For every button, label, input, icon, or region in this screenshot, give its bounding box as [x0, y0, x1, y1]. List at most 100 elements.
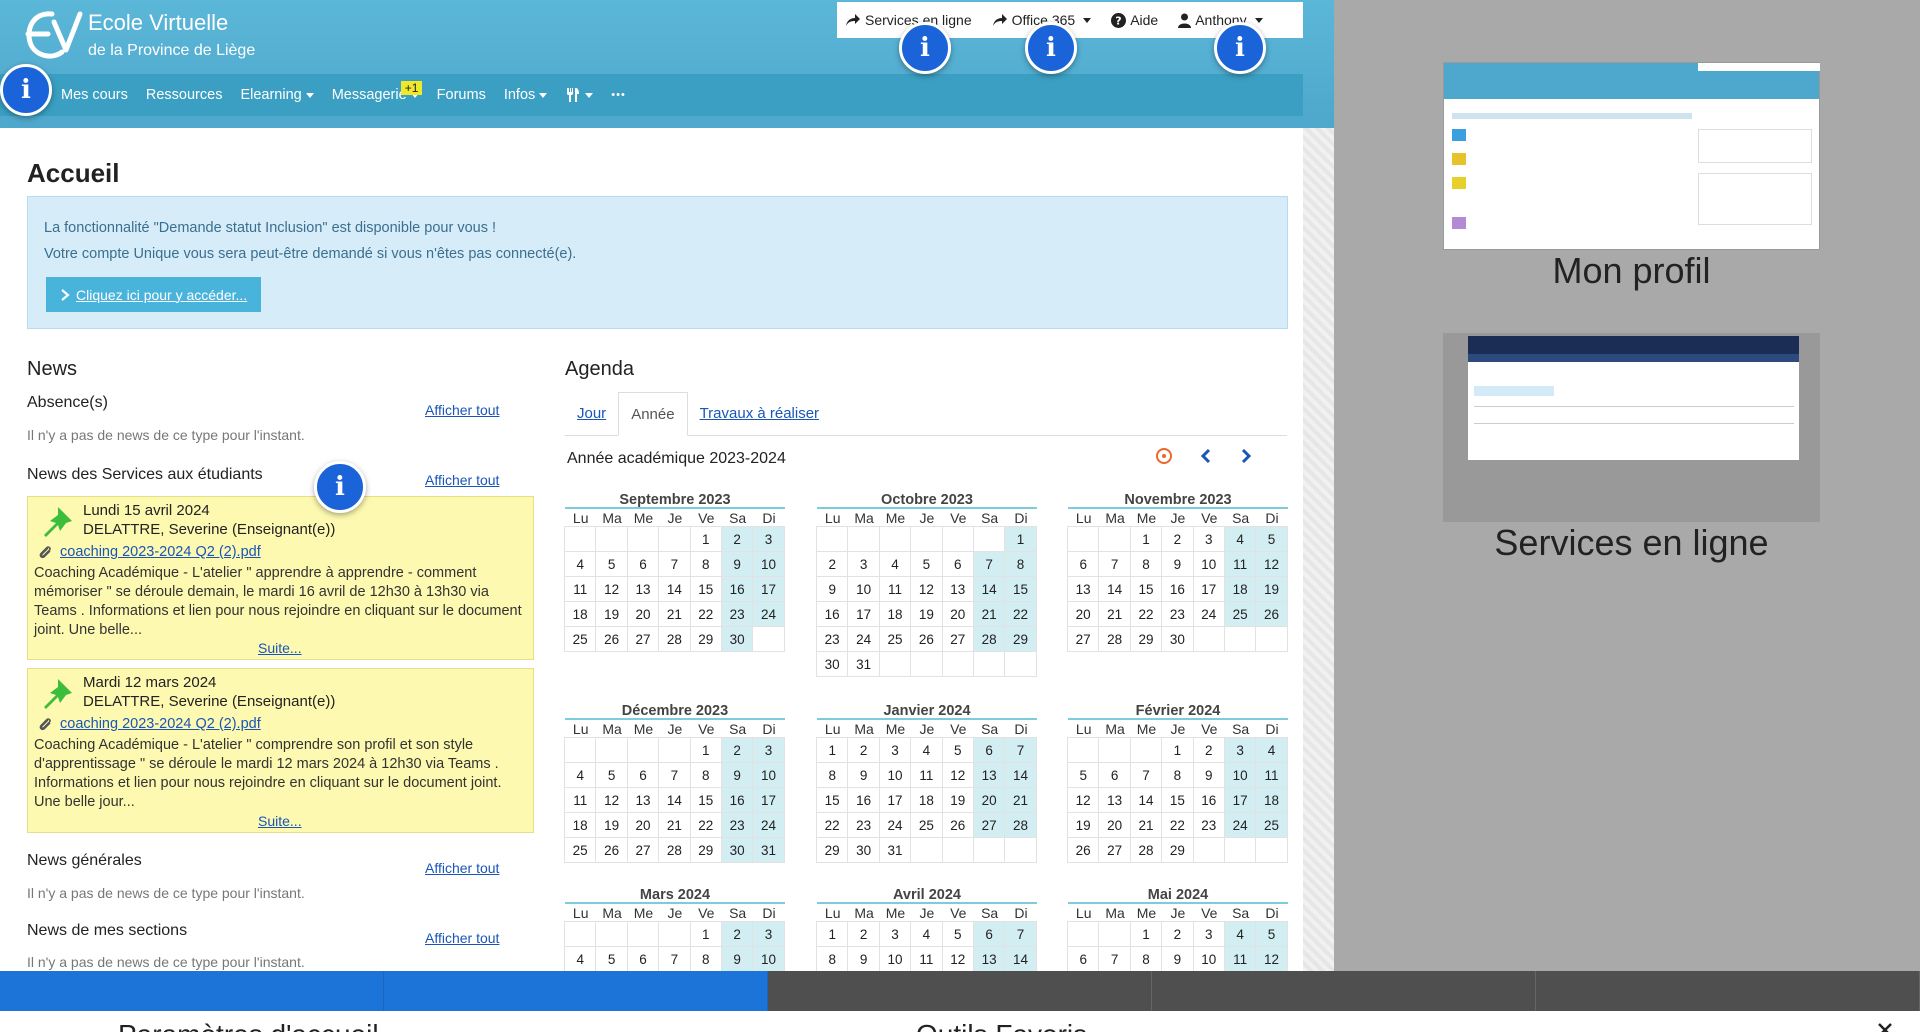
calendar-day[interactable]: 13 [626, 787, 660, 813]
calendar-day[interactable]: 28 [1098, 626, 1131, 652]
calendar-day[interactable]: 8 [816, 946, 849, 971]
calendar-day[interactable]: 24 [1223, 812, 1257, 838]
calendar-day[interactable]: 24 [752, 812, 785, 838]
logo-mark[interactable] [22, 8, 84, 64]
calendar-day[interactable]: 7 [1129, 762, 1163, 788]
calendar-day[interactable]: 23 [1161, 601, 1194, 627]
calendar-day[interactable]: 18 [1223, 576, 1257, 602]
calendar-day[interactable]: 18 [910, 787, 943, 813]
calendar-day[interactable]: 15 [689, 787, 722, 813]
calendar-day[interactable]: 5 [941, 921, 974, 947]
calendar-day[interactable]: 9 [847, 762, 880, 788]
calendar-day[interactable]: 23 [720, 601, 754, 627]
progress-step-5[interactable] [1536, 971, 1920, 1011]
thumbnail-mon-profil[interactable] [1443, 62, 1820, 250]
calendar-day[interactable]: 24 [847, 626, 880, 652]
calendar-day[interactable]: 6 [941, 551, 974, 577]
calendar-day[interactable]: 25 [564, 837, 597, 863]
tab-travaux[interactable]: Travaux à réaliser [688, 392, 832, 435]
calendar-day[interactable]: 27 [1067, 626, 1100, 652]
info-bubble-news[interactable]: i [314, 461, 366, 513]
calendar-day[interactable]: 4 [910, 921, 943, 947]
calendar-day[interactable]: 12 [941, 946, 974, 971]
calendar-day[interactable]: 15 [689, 576, 722, 602]
nav-forums[interactable]: Forums [428, 87, 495, 103]
services-en-ligne-link[interactable]: Services en ligne [845, 12, 972, 28]
calendar-day[interactable]: 4 [1255, 737, 1288, 763]
calendar-day[interactable]: 20 [626, 812, 660, 838]
calendar-day[interactable]: 26 [941, 812, 974, 838]
calendar-day[interactable]: 12 [910, 576, 943, 602]
close-icon[interactable] [1876, 1021, 1894, 1032]
calendar-day[interactable]: 27 [972, 812, 1006, 838]
calendar-day[interactable]: 21 [658, 601, 691, 627]
calendar-day[interactable]: 1 [1161, 737, 1194, 763]
calendar-day[interactable]: 19 [595, 601, 628, 627]
calendar-day[interactable]: 28 [1129, 837, 1163, 863]
calendar-day[interactable]: 30 [720, 837, 754, 863]
calendar-day[interactable]: 19 [1255, 576, 1288, 602]
calendar-day[interactable]: 6 [626, 551, 660, 577]
calendar-day[interactable]: 17 [878, 787, 912, 813]
attachment-link[interactable]: coaching 2023-2024 Q2 (2).pdf [60, 544, 261, 560]
calendar-day[interactable]: 3 [878, 737, 912, 763]
calendar-day[interactable]: 10 [1192, 946, 1225, 971]
calendar-day[interactable]: 8 [1161, 762, 1194, 788]
nav-restaurant[interactable] [556, 87, 602, 103]
calendar-day[interactable]: 20 [1098, 812, 1131, 838]
calendar-day[interactable]: 10 [1223, 762, 1257, 788]
calendar-day[interactable]: 21 [1098, 601, 1131, 627]
calendar-day[interactable]: 28 [1004, 812, 1037, 838]
calendar-day[interactable]: 12 [1255, 551, 1288, 577]
calendar-day[interactable]: 14 [658, 576, 691, 602]
calendar-day[interactable]: 14 [658, 787, 691, 813]
calendar-day[interactable]: 13 [941, 576, 974, 602]
calendar-day[interactable]: 16 [816, 601, 849, 627]
calendar-day[interactable]: 6 [1067, 946, 1100, 971]
calendar-day[interactable]: 2 [1192, 737, 1225, 763]
calendar-day[interactable]: 4 [878, 551, 912, 577]
calendar-day[interactable]: 5 [595, 762, 628, 788]
calendar-day[interactable]: 10 [847, 576, 880, 602]
calendar-day[interactable]: 11 [910, 762, 943, 788]
calendar-day[interactable]: 9 [1161, 946, 1194, 971]
calendar-day[interactable]: 9 [847, 946, 880, 971]
calendar-day[interactable]: 10 [752, 762, 785, 788]
calendar-day[interactable]: 28 [972, 626, 1006, 652]
calendar-day[interactable]: 14 [1004, 762, 1037, 788]
calendar-day[interactable]: 4 [564, 551, 597, 577]
calendar-day[interactable]: 1 [689, 921, 722, 947]
calendar-day[interactable]: 22 [689, 812, 722, 838]
calendar-day[interactable]: 14 [972, 576, 1006, 602]
calendar-day[interactable]: 27 [626, 626, 660, 652]
calendar-day[interactable]: 12 [941, 762, 974, 788]
calendar-day[interactable]: 3 [1192, 921, 1225, 947]
nav-more[interactable]: ••• [602, 89, 635, 101]
calendar-day[interactable]: 6 [626, 946, 660, 971]
calendar-day[interactable]: 3 [752, 737, 785, 763]
calendar-day[interactable]: 9 [720, 762, 754, 788]
calendar-day[interactable]: 12 [595, 787, 628, 813]
calendar-day[interactable]: 7 [658, 551, 691, 577]
calendar-day[interactable]: 14 [1129, 787, 1163, 813]
nav-ressources[interactable]: Ressources [137, 87, 232, 103]
calendar-day[interactable]: 8 [689, 551, 722, 577]
calendar-day[interactable]: 11 [564, 787, 597, 813]
calendar-day[interactable]: 19 [910, 601, 943, 627]
calendar-day[interactable]: 1 [689, 737, 722, 763]
calendar-day[interactable]: 30 [847, 837, 880, 863]
calendar-day[interactable]: 10 [878, 946, 912, 971]
calendar-day[interactable]: 16 [1161, 576, 1194, 602]
calendar-day[interactable]: 25 [878, 626, 912, 652]
calendar-day[interactable]: 2 [1161, 526, 1194, 552]
calendar-day[interactable]: 10 [1192, 551, 1225, 577]
calendar-day[interactable]: 9 [720, 946, 754, 971]
calendar-day[interactable]: 16 [847, 787, 880, 813]
calendar-day[interactable]: 27 [941, 626, 974, 652]
calendar-day[interactable]: 23 [816, 626, 849, 652]
calendar-day[interactable]: 12 [595, 576, 628, 602]
calendar-day[interactable]: 1 [816, 921, 849, 947]
calendar-day[interactable]: 7 [1004, 921, 1037, 947]
calendar-day[interactable]: 8 [689, 946, 722, 971]
calendar-day[interactable]: 4 [1223, 526, 1257, 552]
